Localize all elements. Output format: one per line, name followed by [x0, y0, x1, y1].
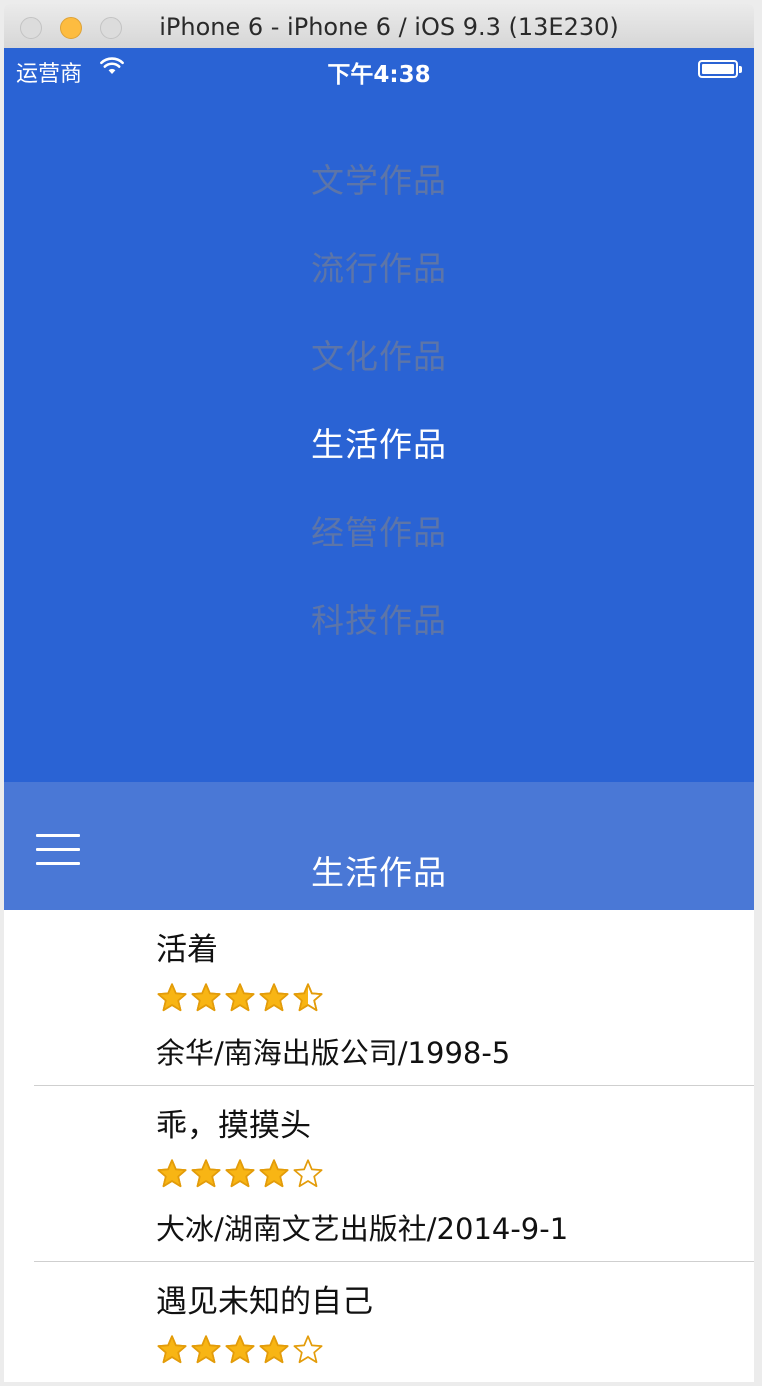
star-full-icon	[157, 1335, 187, 1364]
device-screen: 运营商 下午4:38 文学作品 流行作品 文化作品 生活作品 经管作品 科技作品	[4, 48, 754, 1382]
star-full-icon	[191, 1159, 221, 1188]
category-item-technology[interactable]: 科技作品	[4, 588, 754, 676]
star-full-icon	[191, 983, 221, 1012]
book-meta: 大冰/湖南文艺出版社/2014-9-1	[156, 1212, 569, 1246]
star-rating	[156, 1158, 326, 1188]
book-title: 乖，摸摸头	[156, 1108, 311, 1144]
star-full-icon	[157, 1159, 187, 1188]
book-title: 活着	[156, 932, 218, 968]
category-item-culture[interactable]: 文化作品	[4, 324, 754, 412]
nav-title: 生活作品	[311, 853, 447, 892]
category-item-life[interactable]: 生活作品	[4, 412, 754, 500]
navigation-bar: 生活作品	[4, 782, 754, 910]
book-list-item[interactable]: 乖，摸摸头 大冰/湖南文艺出版社/2014-9-1	[4, 1086, 754, 1262]
status-bar: 运营商 下午4:38	[4, 48, 754, 88]
book-meta: 余华/南海出版公司/1998-5	[156, 1036, 511, 1070]
star-full-icon	[225, 1335, 255, 1364]
category-item-literature[interactable]: 文学作品	[4, 148, 754, 236]
category-list: 文学作品 流行作品 文化作品 生活作品 经管作品 科技作品	[4, 148, 754, 676]
category-item-management[interactable]: 经管作品	[4, 500, 754, 588]
star-half-icon	[293, 983, 323, 1012]
book-list: 活着 余华/南海出版公司/1998-5 乖，摸摸头 大冰/湖南文艺出版社/201…	[4, 910, 754, 1382]
star-full-icon	[225, 1159, 255, 1188]
menu-line	[36, 834, 80, 837]
star-full-icon	[259, 1335, 289, 1364]
simulator-title-bar: iPhone 6 - iPhone 6 / iOS 9.3 (13E230)	[4, 4, 754, 49]
book-title: 遇见未知的自己	[156, 1284, 373, 1320]
star-full-icon	[259, 983, 289, 1012]
star-empty-icon	[293, 1335, 323, 1364]
star-full-icon	[157, 983, 187, 1012]
window-title: iPhone 6 - iPhone 6 / iOS 9.3 (13E230)	[159, 13, 619, 41]
status-time: 下午4:38	[327, 62, 431, 88]
book-list-item[interactable]: 活着 余华/南海出版公司/1998-5	[4, 910, 754, 1086]
battery-icon	[698, 60, 742, 78]
star-full-icon	[225, 983, 255, 1012]
category-item-popular[interactable]: 流行作品	[4, 236, 754, 324]
book-list-item[interactable]: 遇见未知的自己	[4, 1262, 754, 1382]
star-full-icon	[191, 1335, 221, 1364]
star-rating	[156, 1334, 326, 1364]
star-rating	[156, 982, 326, 1012]
star-full-icon	[259, 1159, 289, 1188]
category-menu: 运营商 下午4:38 文学作品 流行作品 文化作品 生活作品 经管作品 科技作品	[4, 48, 754, 782]
star-empty-icon	[293, 1159, 323, 1188]
